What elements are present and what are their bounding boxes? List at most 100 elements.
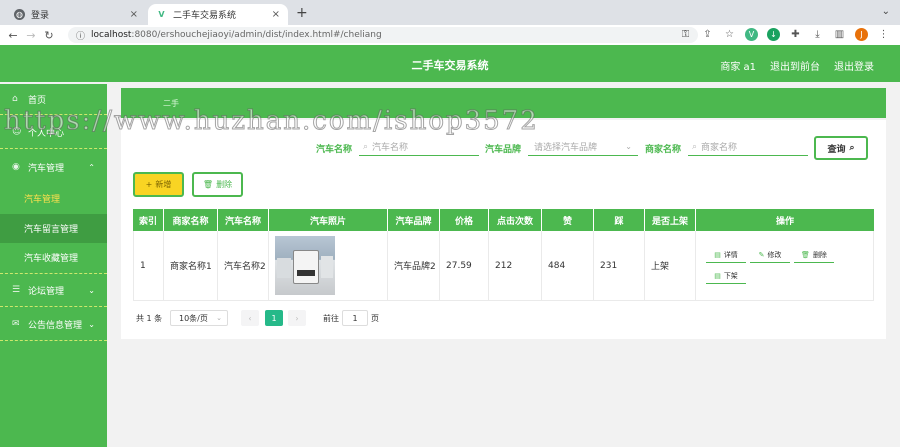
page-unit-label: 页 [371,313,379,323]
bookmark-star-icon[interactable]: ☆ [723,28,736,41]
sidebar-item-label: 论坛管理 [28,286,65,297]
prev-page-button[interactable]: ‹ [241,310,259,326]
url-bar[interactable]: ⓘ localhost:8080/ershouchejiaoyi/admin/d… [68,27,698,43]
close-tab-icon[interactable]: × [130,9,138,20]
car-photo[interactable] [275,236,335,295]
sidebar-subitem-label: 汽车收藏管理 [24,253,79,264]
tab-search-button[interactable]: ⌄ [882,6,890,17]
forward-button[interactable]: → [22,29,40,42]
delete-row-button[interactable]: 🗑 删除 [794,248,834,263]
next-page-button[interactable]: › [288,310,306,326]
browser-menu-icon[interactable]: ⋮ [877,28,890,41]
merchant-input[interactable]: ⌕ 商家名称 [688,138,808,156]
app-header: 二手车交易系统 商家 a1 退出到前台 退出登录 [0,45,900,82]
search-icon: ⌕ [692,141,698,152]
browser-toolbar-icons: ⚿ ⇪ ☆ V ↓ ✚ ⤓ ▥ J ⋮ [679,28,890,41]
globe-icon: ◍ [14,9,25,20]
chevron-up-icon: ⌃ [88,162,95,172]
cell-price: 27.59 [440,231,489,300]
pagination-total: 共 1 条 [136,313,163,323]
query-label: 查询 [827,144,846,155]
car-name-input[interactable]: ⌕ 汽车名称 [359,138,479,156]
column-header[interactable]: 商家名称 [164,209,218,231]
brand-select[interactable]: 请选择汽车品牌 ⌄ [528,138,638,156]
column-header[interactable]: 价格 [440,209,489,231]
extension-download-icon[interactable]: ↓ [767,28,780,41]
delete-label: 删除 [216,180,233,189]
cell-car-photo [269,231,388,300]
car-table: 索引 商家名称 汽车名称 汽车照片 汽车品牌 价格 点击次数 赞 踩 是否上架 … [133,209,874,301]
search-icon: ⌕ [849,143,855,153]
brand-label: 汽车品牌 [485,145,522,155]
unlist-button[interactable]: ▤ 下架 [706,269,746,284]
sidebar-item-label: 公告信息管理 [28,320,83,331]
sidebar-divider [0,340,107,341]
column-header[interactable]: 点击次数 [489,209,542,231]
plus-icon: + [145,180,153,189]
merchant-label: 商家名称 [645,145,682,155]
forum-icon: ☰ [12,285,21,295]
sidebar-item-car-management[interactable]: ◉ 汽车管理 ⌃ [0,158,107,176]
select-placeholder: 请选择汽车品牌 [534,143,598,153]
share-icon[interactable]: ⇪ [701,28,714,41]
delete-button[interactable]: 🗑 删除 [192,172,243,197]
extension-vue-icon[interactable]: V [745,28,758,41]
op-label: 删除 [812,250,827,259]
header-links: 商家 a1 退出到前台 退出登录 [720,58,874,73]
close-tab-icon[interactable]: × [272,9,280,20]
op-label: 下架 [723,271,738,280]
cell-brand: 汽车品牌2 [388,231,440,300]
edit-button[interactable]: ✎ 修改 [750,248,790,263]
detail-button[interactable]: ▤ 详情 [706,248,746,263]
column-header[interactable]: 索引 [133,209,164,231]
document-icon: ▤ [714,250,721,259]
sidebar-subitem-car-management[interactable]: 汽车管理 [0,187,107,209]
search-icon: ⌕ [363,141,369,152]
sidebar-item-forum[interactable]: ☰ 论坛管理 ⌄ [0,281,107,299]
browser-tab-login[interactable]: ◍ 登录 × [6,4,146,25]
sidebar-item-notices[interactable]: ✉ 公告信息管理 ⌄ [0,315,107,333]
sidebar-subitem-label: 汽车管理 [24,194,61,205]
query-button[interactable]: 查询 ⌕ [814,136,868,160]
sidebar-item-label: 首页 [28,95,47,106]
key-icon[interactable]: ⚿ [679,28,692,41]
browser-tab-app[interactable]: V 二手车交易系统 × [148,4,288,25]
input-placeholder: 商家名称 [701,143,738,153]
chevron-down-icon: ⌄ [216,314,222,322]
table-header: 索引 商家名称 汽车名称 汽车照片 汽车品牌 价格 点击次数 赞 踩 是否上架 … [133,209,874,231]
download-icon[interactable]: ⤓ [811,28,824,41]
logout-link[interactable]: 退出登录 [834,58,874,73]
goto-page-input[interactable]: 1 [342,310,368,326]
sidebar-subitem-car-messages[interactable]: 汽车留言管理 [0,214,107,243]
column-header[interactable]: 是否上架 [645,209,696,231]
back-to-frontend-link[interactable]: 退出到前台 [770,58,820,73]
document-icon: ▤ [714,271,721,280]
column-header[interactable]: 汽车照片 [269,209,388,231]
column-header[interactable]: 汽车名称 [218,209,269,231]
page-number-current[interactable]: 1 [265,310,283,326]
back-button[interactable]: ← [4,29,22,42]
page-size-value: 10条/页 [179,313,208,323]
profile-avatar[interactable]: J [855,28,868,41]
cell-status: 上架 [645,231,696,300]
site-info-icon[interactable]: ⓘ [76,29,85,42]
sidebar-item-label: 汽车管理 [28,163,65,174]
tab-title: 二手车交易系统 [173,11,237,21]
watermark: https://www.huzhan.com/ishop3572 [4,106,539,137]
extensions-puzzle-icon[interactable]: ✚ [789,28,802,41]
current-user-link[interactable]: 商家 a1 [720,58,756,73]
op-label: 修改 [767,250,782,259]
table-row[interactable]: 1 商家名称1 汽车名称2 汽车品牌2 27.59 212 484 231 上架… [133,231,874,301]
chevron-down-icon: ⌄ [625,142,632,151]
column-header[interactable]: 赞 [542,209,594,231]
new-tab-button[interactable]: + [296,5,308,21]
sidebar-subitem-car-favorites[interactable]: 汽车收藏管理 [0,246,107,268]
add-button[interactable]: + 新增 [133,172,184,197]
page-size-select[interactable]: 10条/页 ⌄ [170,310,228,326]
cell-car-name: 汽车名称2 [218,231,269,300]
column-header[interactable]: 踩 [594,209,645,231]
sidepanel-icon[interactable]: ▥ [833,28,846,41]
reload-button[interactable]: ↻ [40,29,58,42]
browser-tab-strip: ◍ 登录 × V 二手车交易系统 × + ⌄ [0,0,900,25]
column-header[interactable]: 汽车品牌 [388,209,440,231]
